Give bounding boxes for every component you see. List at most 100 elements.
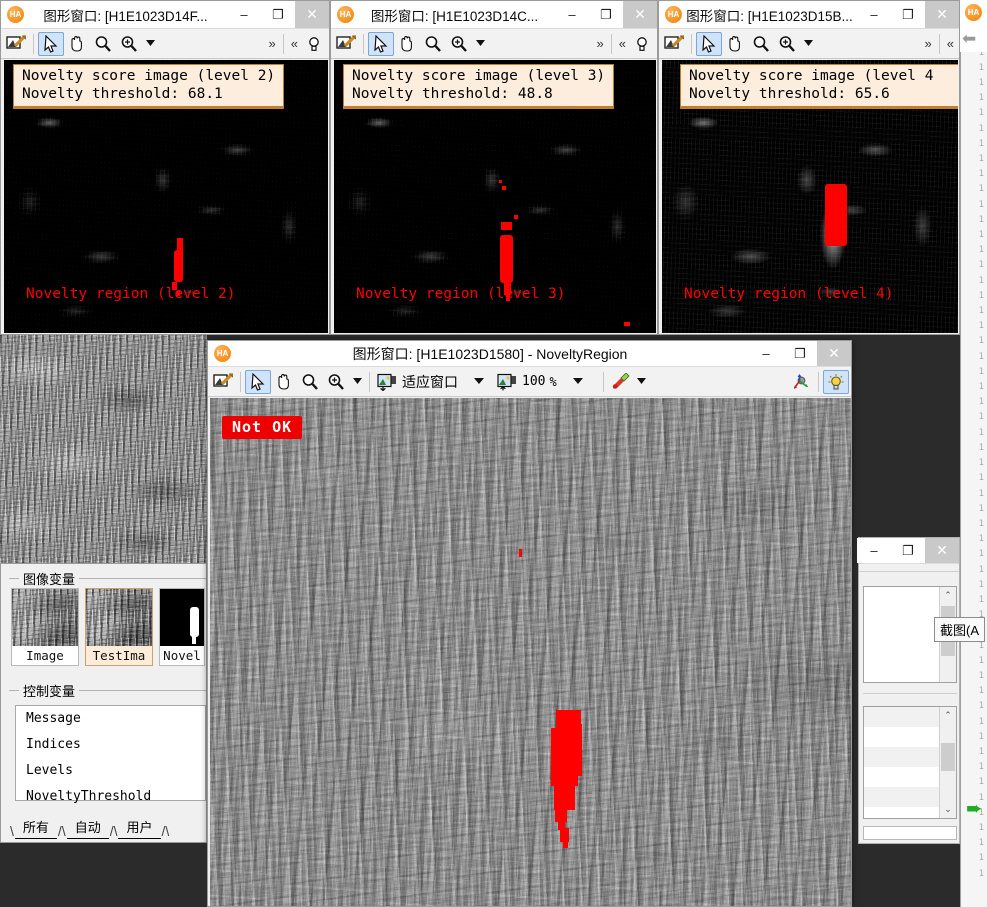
- magnifier-icon[interactable]: [748, 32, 774, 56]
- close-button[interactable]: ✕: [925, 538, 959, 563]
- edit-window-icon[interactable]: [210, 370, 236, 394]
- list-row[interactable]: [864, 647, 939, 667]
- window-titlebar[interactable]: HA 图形窗口: [H1E1023D14C... – ❐ ✕: [331, 1, 657, 29]
- toolbar-less-icon[interactable]: «: [616, 36, 629, 51]
- chevron-down-icon[interactable]: [800, 32, 816, 56]
- control-var-item[interactable]: Indices: [16, 732, 205, 758]
- hand-pan-icon[interactable]: [722, 32, 748, 56]
- minimize-button[interactable]: –: [857, 1, 891, 28]
- magnifier-icon[interactable]: [90, 32, 116, 56]
- minimize-button[interactable]: –: [555, 1, 589, 28]
- color-dropdown-icon[interactable]: [634, 370, 650, 394]
- toolbar-more-icon[interactable]: »: [922, 36, 935, 51]
- window-titlebar[interactable]: HA 图形窗口: [H1E1023D1580] - NoveltyRegion …: [208, 341, 851, 367]
- line-number: 1: [978, 670, 984, 681]
- image-scale-icon[interactable]: [494, 370, 520, 394]
- magnifier-icon[interactable]: [420, 32, 446, 56]
- list-row[interactable]: [864, 627, 939, 647]
- hand-pan-icon[interactable]: [394, 32, 420, 56]
- toolbar-less-icon[interactable]: «: [944, 36, 957, 51]
- close-button[interactable]: ✕: [817, 341, 851, 366]
- edit-window-icon[interactable]: [333, 32, 359, 56]
- image-var-testimage[interactable]: TestIma: [85, 588, 153, 666]
- main-novelty-canvas[interactable]: Not OK: [210, 398, 851, 906]
- toolbar-more-icon[interactable]: »: [266, 36, 279, 51]
- fit-window-icon[interactable]: [374, 370, 400, 394]
- main-window-toolbar[interactable]: 适应窗口 100 %: [208, 367, 851, 397]
- zoom-in-icon[interactable]: [116, 32, 142, 56]
- close-button[interactable]: ✕: [925, 1, 959, 28]
- lightbulb-icon[interactable]: [629, 32, 655, 56]
- line-number: 1: [978, 199, 984, 210]
- image-var-novelty[interactable]: Novel: [159, 588, 205, 666]
- zoom-in-icon[interactable]: [446, 32, 472, 56]
- scroll-down-icon[interactable]: ⌄: [940, 801, 956, 818]
- vertical-scrollbar[interactable]: ⌃ ⌄: [939, 707, 956, 818]
- list-row[interactable]: [864, 667, 939, 687]
- window-titlebar[interactable]: HA 图形窗口: [H1E1023D14F... – ❐ ✕: [1, 1, 329, 29]
- zoom-value-dropdown-icon[interactable]: [557, 370, 599, 394]
- coordinate-axes-icon[interactable]: [788, 370, 814, 394]
- hand-pan-icon[interactable]: [271, 370, 297, 394]
- chevron-down-icon[interactable]: [349, 370, 365, 394]
- toolbar-more-icon[interactable]: »: [594, 36, 607, 51]
- control-var-item[interactable]: Message: [16, 706, 205, 732]
- scroll-up-icon[interactable]: ⌃: [940, 587, 956, 604]
- toolbar-less-icon[interactable]: «: [288, 36, 301, 51]
- arrow-select-icon[interactable]: [38, 31, 64, 56]
- list-row[interactable]: [864, 587, 939, 607]
- maximize-button[interactable]: ❐: [891, 538, 925, 563]
- color-palette-icon[interactable]: [608, 370, 634, 394]
- scroll-up-icon[interactable]: ⌃: [940, 707, 956, 724]
- edit-window-icon[interactable]: [3, 32, 29, 56]
- zoom-mode-label[interactable]: 适应窗口: [400, 372, 464, 392]
- minimize-button[interactable]: –: [749, 341, 783, 366]
- line-number: 1: [978, 108, 984, 119]
- minimize-button[interactable]: –: [857, 538, 891, 563]
- arrow-select-icon[interactable]: [696, 31, 722, 56]
- tab-auto[interactable]: 自动: [66, 816, 109, 839]
- chevron-down-icon[interactable]: [472, 32, 488, 56]
- lightbulb-icon[interactable]: [823, 369, 849, 394]
- lower-list-pane[interactable]: ⌃ ⌄: [863, 706, 957, 819]
- magnifier-icon[interactable]: [297, 370, 323, 394]
- novelty-canvas-level3[interactable]: Novelty score image (level 3) Novelty th…: [334, 60, 656, 333]
- list-row[interactable]: [864, 607, 939, 627]
- scrollbar-thumb[interactable]: [941, 743, 955, 771]
- zoom-value[interactable]: 100: [520, 374, 545, 389]
- zoom-in-icon[interactable]: [774, 32, 800, 56]
- window-toolbar[interactable]: » «: [331, 29, 657, 59]
- minimize-button[interactable]: –: [227, 1, 261, 28]
- hand-pan-icon[interactable]: [64, 32, 90, 56]
- novelty-canvas-level2[interactable]: Novelty score image (level 2) Novelty th…: [4, 60, 328, 333]
- back-arrow-icon[interactable]: ⬅: [962, 29, 987, 49]
- zoom-in-icon[interactable]: [323, 370, 349, 394]
- maximize-button[interactable]: ❐: [589, 1, 623, 28]
- control-var-item[interactable]: NoveltyThreshold: [16, 784, 205, 810]
- arrow-select-icon[interactable]: [245, 369, 271, 394]
- list-rows: [864, 707, 939, 818]
- window-toolbar[interactable]: » «: [659, 29, 959, 59]
- control-variable-list[interactable]: Message Indices Levels NoveltyThreshold: [15, 705, 206, 804]
- tab-divider: /\: [109, 823, 118, 839]
- tab-all[interactable]: 所有: [14, 816, 57, 839]
- window-titlebar[interactable]: HA 图形窗口: [H1E1023D15B... – ❐ ✕: [659, 1, 959, 29]
- edit-window-icon[interactable]: [661, 32, 687, 56]
- tab-user[interactable]: 用户: [118, 816, 161, 839]
- image-var-image[interactable]: Image: [11, 588, 79, 666]
- arrow-select-icon[interactable]: [368, 31, 394, 56]
- zoom-mode-dropdown-icon[interactable]: [464, 370, 494, 394]
- control-var-item[interactable]: Levels: [16, 758, 205, 784]
- run-arrow-icon[interactable]: ➨: [966, 796, 983, 821]
- close-button[interactable]: ✕: [295, 1, 329, 28]
- window-toolbar[interactable]: » «: [1, 29, 329, 59]
- novelty-canvas-level4[interactable]: Novelty score image (level 4 Novelty thr…: [662, 60, 958, 333]
- maximize-button[interactable]: ❐: [261, 1, 295, 28]
- variable-tabs[interactable]: \ 所有 /\ 自动 /\ 用户 /\: [9, 817, 208, 839]
- lightbulb-icon[interactable]: [301, 32, 327, 56]
- image-variable-thumbnails[interactable]: Image TestIma Novel: [11, 588, 205, 666]
- maximize-button[interactable]: ❐: [783, 341, 817, 366]
- close-button[interactable]: ✕: [623, 1, 657, 28]
- maximize-button[interactable]: ❐: [891, 1, 925, 28]
- chevron-down-icon[interactable]: [142, 32, 158, 56]
